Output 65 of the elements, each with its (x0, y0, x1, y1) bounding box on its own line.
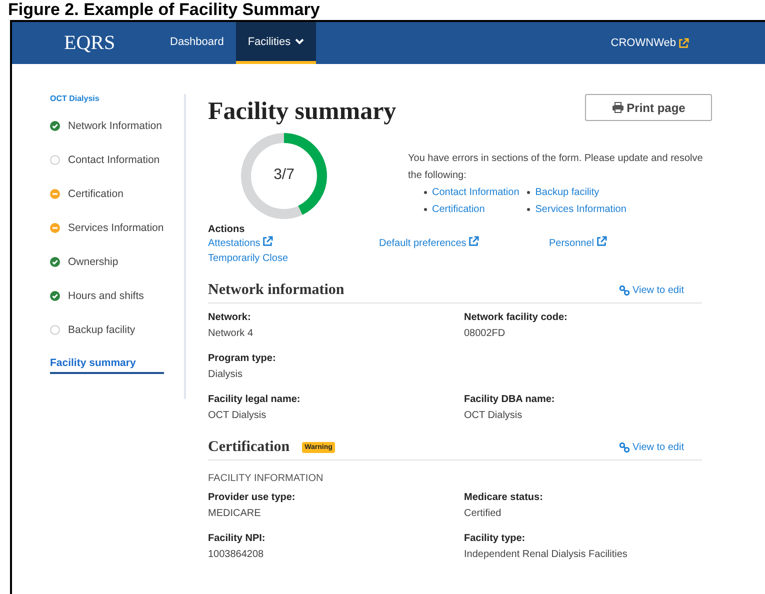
action-link[interactable]: Default preferences (379, 238, 480, 249)
progress-count: 3/7 (272, 166, 296, 183)
section-heading: Certification (208, 439, 290, 456)
figure-caption: Figure 2. Example of Facility Summary (7, 0, 321, 20)
page-title: Facility summary (208, 98, 396, 126)
field-label: Facility DBA name: (464, 394, 556, 405)
field-label: Facility type: (464, 533, 526, 544)
check-icon (50, 121, 60, 131)
action-link[interactable]: Personnel (549, 238, 608, 249)
bullet-icon (527, 191, 530, 194)
field-value: OCT Dialysis (208, 410, 268, 421)
section-link[interactable]: Contact Information (432, 184, 520, 201)
external-link[interactable]: CROWNWeb (610, 22, 689, 64)
field-value: Dialysis (208, 369, 244, 380)
bullet-icon (527, 208, 530, 211)
subsection-heading: FACILITY INFORMATION (208, 473, 324, 484)
sidebar-item[interactable]: Backup facility (50, 313, 174, 347)
section-link[interactable]: Certification (432, 201, 485, 218)
printer-icon (612, 102, 624, 113)
field-label: Medicare status: (464, 492, 544, 503)
check-icon (50, 291, 60, 301)
print-button[interactable]: Print page (585, 94, 712, 121)
edit-link[interactable]: View to edit (619, 285, 684, 296)
section-link[interactable]: Backup facility (535, 184, 600, 201)
sidebar-item[interactable]: Hours and shifts (50, 279, 174, 313)
sidebar-item[interactable]: Certification (50, 177, 174, 211)
bullet-icon (424, 208, 427, 211)
logo-text[interactable]: EQRS (64, 22, 158, 64)
bullet-icon (424, 191, 427, 194)
field-label: Network: (208, 312, 252, 323)
field-label: Facility legal name: (208, 394, 302, 405)
field-value: Independent Renal Dialysis Facilities (464, 549, 628, 560)
check-icon (50, 257, 60, 267)
actions-heading: Actions (208, 224, 246, 235)
link-icon (619, 285, 630, 296)
nav-tab[interactable]: Facilities (236, 22, 316, 64)
empty-circle-icon (50, 155, 60, 165)
field-value: MEDICARE (208, 508, 262, 519)
field-value: OCT Dialysis (464, 410, 524, 421)
field-value: 08002FD (464, 328, 506, 339)
field-label: Provider use type: (208, 492, 296, 503)
error-message: You have errors in sections of the form. Please update and resolve the following: (408, 152, 704, 183)
field-label: Facility NPI: (208, 533, 266, 544)
link-icon (619, 442, 630, 453)
sidebar-item[interactable]: Facility summary (50, 354, 164, 374)
sidebar-item[interactable]: Services Information (50, 211, 174, 245)
field-label: Program type: (208, 353, 277, 364)
nav-tab[interactable]: Dashboard (158, 22, 236, 64)
external-link-icon (678, 38, 689, 48)
empty-circle-icon (50, 325, 60, 335)
sidebar-item[interactable]: Network Information (50, 109, 174, 143)
action-link[interactable]: Temporarily Close (208, 253, 288, 264)
section-heading: Network information (208, 282, 344, 299)
field-value: 1003864208 (208, 549, 265, 560)
facility-name: OCT Dialysis (50, 94, 100, 103)
field-value: Certified (464, 508, 502, 519)
field-label: Network facility code: (464, 312, 568, 323)
sidebar-item[interactable]: Contact Information (50, 143, 174, 177)
minus-circle-icon (50, 189, 60, 199)
action-link[interactable]: Attestations (208, 238, 274, 249)
section-link[interactable]: Services Information (535, 201, 626, 218)
edit-link[interactable]: View to edit (619, 442, 684, 453)
minus-circle-icon (50, 223, 60, 233)
field-value: Network 4 (208, 328, 254, 339)
sidebar-item[interactable]: Ownership (50, 245, 174, 279)
